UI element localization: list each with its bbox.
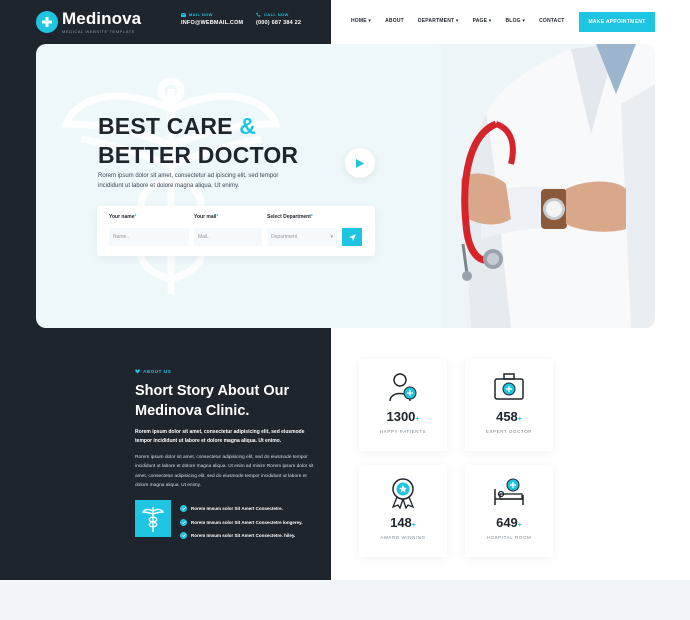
mail-value: INFO@WEBMAIL.COM <box>181 20 244 26</box>
check-icon <box>180 532 187 540</box>
department-select[interactable]: Department ▾ <box>267 228 337 246</box>
check-icon <box>180 505 187 513</box>
department-label: Select Department* <box>267 214 313 220</box>
hero-description: Rorem ipsum dolor sit amet, consectetur … <box>98 173 279 189</box>
feature-list: Rorem Imsum solor Sit Amert Consectetre.… <box>180 502 303 543</box>
mail-icon <box>181 12 186 17</box>
call-label: CALL NOW <box>264 12 289 17</box>
mail-label: MAIL NOW <box>189 12 213 17</box>
nav-home[interactable]: HOME ▾ <box>351 18 371 24</box>
brand-tagline: MEDICAL WEBSITE TEMPLATE <box>62 29 136 34</box>
make-appointment-button[interactable]: MAKE APPOINTMENT <box>579 12 655 32</box>
list-item: Rorem Imsum solor Sit Amert Consectetre … <box>180 516 303 530</box>
mail-contact[interactable]: MAIL NOW INFO@WEBMAIL.COM <box>181 12 243 26</box>
nav-blog[interactable]: BLOG ▾ <box>506 18 526 24</box>
page: Medinova MEDICAL WEBSITE TEMPLATE MAIL N… <box>0 0 690 620</box>
stat-card: 458+ EXPERT DOCTOR <box>465 359 553 451</box>
footer-strip <box>0 580 690 620</box>
hospital-bed-icon <box>494 478 524 505</box>
about-eyebrow: ABOUT US <box>135 369 171 374</box>
call-value: (000) 687 384 22 <box>256 20 302 26</box>
send-icon <box>348 233 356 241</box>
patient-icon <box>389 373 417 402</box>
medical-kit-icon <box>494 373 524 400</box>
phone-icon <box>256 12 261 17</box>
submit-button[interactable] <box>342 228 362 246</box>
nav-about[interactable]: ABOUT <box>385 18 404 24</box>
play-video-button[interactable] <box>345 148 375 178</box>
name-label: Your name* <box>109 214 137 220</box>
call-contact[interactable]: CALL NOW (000) 687 384 22 <box>256 12 301 26</box>
chevron-down-icon: ▾ <box>330 234 333 240</box>
brand-name: Medinova <box>62 9 142 28</box>
check-icon <box>180 518 187 526</box>
about-title: Short Story About Our Medinova Clinic. <box>135 383 290 419</box>
main-nav: HOME ▾ ABOUT DEPARTMENT ▾ PAGE ▾ BLOG ▾ … <box>351 18 579 24</box>
about-image <box>135 500 171 537</box>
list-item: Rorem Imsum solor Sit Amert Consectetre.… <box>180 529 303 543</box>
about-body: Rorem ipsum dolor sit amet, consectetur … <box>135 455 314 488</box>
appointment-form: Your name* Your mail* Select Department*… <box>97 206 375 256</box>
logo[interactable]: Medinova MEDICAL WEBSITE TEMPLATE <box>36 10 141 34</box>
logo-cross-icon <box>36 11 58 33</box>
mail-field-label: Your mail* <box>194 214 219 220</box>
hero-section: BEST CARE & BETTER DOCTOR Rorem ipsum do… <box>36 44 655 328</box>
nav-department[interactable]: DEPARTMENT ▾ <box>418 18 459 24</box>
heart-icon <box>135 369 140 374</box>
stat-card: 649+ HOSPITAL ROOM <box>465 465 553 557</box>
stat-card: 1300+ HAPPY PATIENTS <box>359 359 447 451</box>
about-intro: Rorem ipsum dolor sit amet, consectetur … <box>135 429 305 444</box>
mail-input[interactable] <box>194 228 262 246</box>
hero-title: BEST CARE & BETTER DOCTOR <box>98 113 299 168</box>
nav-contact[interactable]: CONTACT <box>539 18 564 24</box>
name-input[interactable] <box>109 228 189 246</box>
nav-page[interactable]: PAGE ▾ <box>473 18 492 24</box>
caduceus-icon <box>142 506 164 532</box>
list-item: Rorem Imsum solor Sit Amert Consectetre. <box>180 502 303 516</box>
award-icon <box>391 478 415 509</box>
play-icon <box>356 158 364 168</box>
doctor-image <box>441 44 655 328</box>
stat-card: 148+ AWARD WINNING <box>359 465 447 557</box>
